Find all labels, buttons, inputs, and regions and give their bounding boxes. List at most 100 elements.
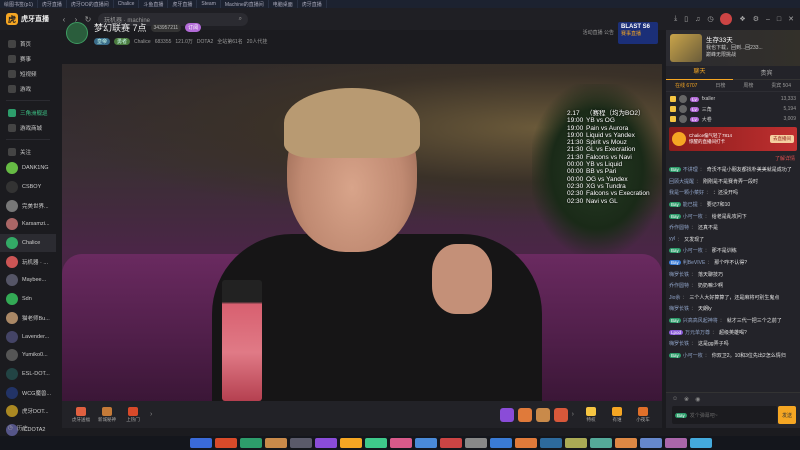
taskbar-item[interactable]: Machine的直播间 <box>221 0 269 8</box>
taskbar-app-icon[interactable] <box>540 438 562 448</box>
control-button[interactable]: 新城秘神 <box>94 406 120 423</box>
expand-arrow-icon[interactable]: › <box>150 411 152 418</box>
tab-chat[interactable]: 聊天 <box>666 66 733 80</box>
control-button[interactable]: 上热门 <box>120 406 146 423</box>
mobile-icon[interactable]: ▯ <box>684 15 688 23</box>
taskbar-app-icon[interactable] <box>190 438 212 448</box>
notice-link[interactable]: 了解详情 <box>775 156 795 162</box>
history-icon[interactable]: ◷ <box>707 15 713 23</box>
taskbar-item[interactable]: 电脑桌面 <box>269 0 298 8</box>
chat-username[interactable]: 能已提 <box>683 201 698 208</box>
emoji-icon[interactable]: ☺ <box>672 396 678 403</box>
taskbar-app-icon[interactable] <box>640 438 662 448</box>
taskbar-app-icon[interactable] <box>215 438 237 448</box>
event-banner[interactable]: BLAST S6 赛事直播 <box>618 22 658 44</box>
chat-username[interactable]: 乔作圆特 <box>669 224 689 231</box>
followed-channel[interactable]: Chalice <box>0 233 56 253</box>
tab-vip[interactable]: 贵宾 <box>733 68 800 77</box>
chat-username[interactable]: 小可一枚 <box>683 352 703 359</box>
app-logo[interactable]: 虎 虎牙直播 <box>0 13 58 25</box>
chat-username[interactable]: 嗨罗长铁 <box>669 271 689 278</box>
tab-online[interactable]: 在线 6707 <box>675 82 698 89</box>
taskbar-app-icon[interactable] <box>440 438 462 448</box>
fan-icon[interactable]: ◉ <box>695 396 700 403</box>
taskbar-app-icon[interactable] <box>590 438 612 448</box>
download-icon[interactable]: ⤓ <box>674 15 677 23</box>
taskbar-item[interactable]: 斗鱼直播 <box>139 0 169 8</box>
followed-channel[interactable]: Sdn <box>0 290 56 309</box>
chat-username[interactable]: Jio余 <box>669 294 680 301</box>
event-notice[interactable]: 活动直播 公告 <box>583 30 614 37</box>
avatar[interactable] <box>720 13 733 25</box>
sidebar-item[interactable]: 游戏商城 <box>0 120 56 135</box>
taskbar-item[interactable]: 虎牙直播 <box>298 0 327 8</box>
chat-username[interactable]: 我是一颗小菜好 <box>669 189 704 196</box>
video-player[interactable]: 2.17 （赛程（均为BO2） 19:00 YB vs OG 19:00 Pain vs … <box>62 64 662 401</box>
taskbar-item[interactable]: 虎牙直播 <box>38 0 67 8</box>
rank-row[interactable]: Lv 大卷 3,009 <box>666 114 800 124</box>
taskbar-app-icon[interactable] <box>315 438 337 448</box>
followed-channel[interactable]: 虎牙DOT... <box>0 402 56 421</box>
chat-username[interactable]: 兴高高风起神将 <box>683 317 718 324</box>
control-button[interactable]: 特权 <box>578 406 604 423</box>
gift-fish-icon[interactable] <box>517 407 532 422</box>
streamer-name[interactable]: Chalice <box>134 39 151 45</box>
followed-channel[interactable]: ESL-DOT... <box>0 365 56 384</box>
tab-daily[interactable]: 日榜 <box>715 82 725 89</box>
control-button[interactable]: 有谁 <box>604 406 630 423</box>
taskbar-app-icon[interactable] <box>240 438 262 448</box>
followed-channel[interactable]: 玩机器 · ... <box>0 252 56 271</box>
followed-channel[interactable]: 猫老师Bu... <box>0 309 56 328</box>
taskbar-app-icon[interactable] <box>665 438 687 448</box>
chat-username[interactable]: 乔作圆特 <box>669 282 689 289</box>
followed-channel[interactable]: DANK1NG <box>0 159 56 178</box>
followed-channel[interactable]: Lavender... <box>0 327 56 346</box>
chat-username[interactable]: 利BeVIVE <box>683 259 706 266</box>
taskbar-item[interactable]: 虎牙OO的直播间 <box>67 0 114 8</box>
skin-icon[interactable]: ❖ <box>739 15 745 23</box>
followed-channel[interactable]: Karsamzi... <box>0 215 56 234</box>
taskbar-item[interactable]: 绘图书签(p1) <box>0 0 38 8</box>
maximize-icon[interactable]: □ <box>777 16 781 23</box>
sidebar-item[interactable]: 短视频 <box>0 66 56 81</box>
tab-weekly[interactable]: 周榜 <box>743 82 753 89</box>
promo-notice[interactable]: 了解详情 <box>666 154 800 164</box>
history-item[interactable]: ◷ 历史 <box>0 420 56 436</box>
gift-more-icon[interactable]: › <box>572 411 574 418</box>
chat-username[interactable]: 不讲理 <box>683 166 698 173</box>
taskbar-app-icon[interactable] <box>465 438 487 448</box>
taskbar-app-icon[interactable] <box>290 438 312 448</box>
taskbar-app-icon[interactable] <box>615 438 637 448</box>
tab-guests[interactable]: 贵宾 504 <box>771 82 791 89</box>
chat-username[interactable]: 小可一枚 <box>683 213 703 220</box>
taskbar-app-icon[interactable] <box>690 438 712 448</box>
followed-channel[interactable]: CSBOY <box>0 178 56 197</box>
chat-username[interactable]: 嗨罗长铁 <box>669 340 689 347</box>
gift-badge-icon[interactable] <box>499 407 514 422</box>
taskbar-app-icon[interactable] <box>415 438 437 448</box>
taskbar-item[interactable]: Steam <box>197 0 221 8</box>
settings-icon[interactable]: ⚙ <box>753 15 759 23</box>
sidebar-item[interactable]: 游戏 <box>0 81 56 96</box>
send-button[interactable]: 发送 <box>778 406 796 424</box>
chat-username[interactable]: 万元单万尊 <box>685 329 710 336</box>
sidebar-item[interactable]: 三角洲舰巡 <box>0 105 56 120</box>
streamer-avatar[interactable] <box>66 22 88 44</box>
gift-icon[interactable]: ❀ <box>684 396 689 403</box>
rank-row[interactable]: Lv fxaller 13,333 <box>666 94 800 104</box>
taskbar-app-icon[interactable] <box>515 438 537 448</box>
taskbar-app-icon[interactable] <box>365 438 387 448</box>
rank-row[interactable]: Lv 三角 5,194 <box>666 104 800 114</box>
sidebar-item[interactable]: 赛事 <box>0 51 56 66</box>
close-icon[interactable]: ✕ <box>788 15 794 23</box>
subscribe-button[interactable]: 订阅 <box>185 23 202 32</box>
chat-username[interactable]: 嗨罗长铁 <box>669 305 689 312</box>
followed-channel[interactable]: WCG魔兽... <box>0 383 56 402</box>
promo-banner[interactable]: Chalice偏气轻了7814 惊醒的直播间打卡 去直播间 <box>669 127 797 151</box>
followed-channel[interactable]: 完美世界... <box>0 196 56 215</box>
ad-banner[interactable]: 生存33天 我也下载，回到...回233... 巅峰无限挑战 <box>666 30 800 66</box>
followed-channel[interactable]: Maybee... <box>0 271 56 290</box>
control-button[interactable]: 小夜车 <box>630 406 656 423</box>
taskbar-app-icon[interactable] <box>390 438 412 448</box>
minimize-icon[interactable]: – <box>766 16 770 23</box>
